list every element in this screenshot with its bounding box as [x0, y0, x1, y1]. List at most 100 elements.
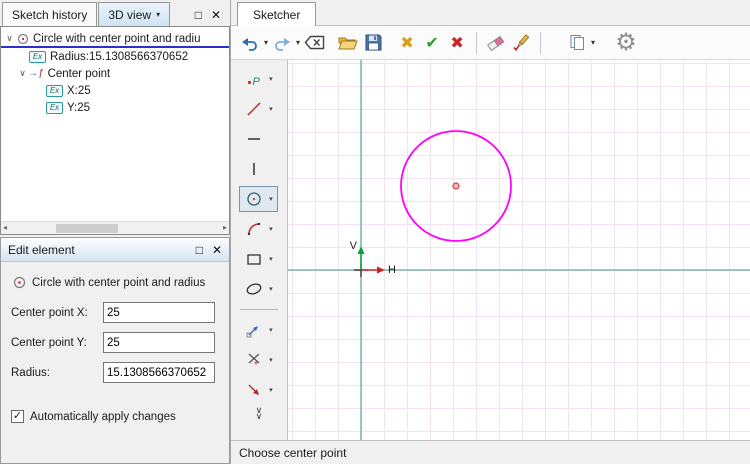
redo-button[interactable]	[271, 30, 293, 56]
tree-item-label: X:25	[67, 84, 91, 97]
tree-item-center-point[interactable]: ∨ →ƒ Center point	[1, 65, 229, 82]
chevron-down-icon[interactable]: ▾	[264, 38, 268, 47]
open-file-button[interactable]	[337, 30, 359, 56]
horizontal-line-tool-button[interactable]	[242, 128, 266, 150]
center-y-label: Center point Y:	[11, 337, 87, 349]
scroll-left-icon[interactable]: ◂	[3, 223, 7, 232]
auto-apply-row: ✓ Automatically apply changes	[11, 410, 176, 423]
undo-button[interactable]	[239, 30, 261, 56]
settings-button[interactable]: ⚙	[615, 30, 637, 56]
tab-3d-view-label: 3D view	[108, 7, 152, 22]
vertical-line-tool-button[interactable]	[242, 158, 266, 180]
field-row-center-x: Center point X:	[11, 302, 219, 324]
floppy-save-icon	[365, 34, 382, 51]
apply-button[interactable]: ✔	[421, 30, 443, 56]
svg-text:*: *	[254, 360, 258, 369]
tab-3d-view[interactable]: 3D view ▾	[98, 2, 171, 26]
arc-tool-icon	[248, 222, 261, 236]
trim-tool-icon: *	[249, 353, 260, 369]
expression-icon: Ex	[29, 50, 46, 63]
pencil-edit-icon	[512, 34, 529, 51]
circle-tool-button[interactable]	[242, 188, 266, 210]
maximize-button[interactable]: □	[195, 8, 202, 22]
point-tool-button[interactable]: P	[242, 68, 266, 90]
chevron-down-icon[interactable]: ▾	[266, 225, 275, 233]
cancel-cross-icon: ✖	[450, 34, 464, 52]
offset-tool-button[interactable]	[242, 379, 266, 401]
scrollbar-thumb[interactable]	[56, 224, 118, 233]
sketch-canvas[interactable]: V H	[287, 60, 750, 440]
rectangle-tool-icon	[247, 254, 262, 265]
sketch-history-panel: Sketch history 3D view ▾ □ ✕ ∨ Circle wi…	[0, 0, 230, 235]
chevron-down-icon[interactable]: ▾	[266, 386, 275, 394]
scroll-right-icon[interactable]: ▸	[223, 223, 227, 232]
delete-button[interactable]: ✖	[396, 30, 418, 56]
ellipse-tool-button[interactable]	[242, 278, 266, 300]
circle-center-point[interactable]	[452, 182, 460, 190]
tab-sketch-history[interactable]: Sketch history	[2, 2, 98, 26]
v-axis-label: V	[350, 240, 358, 252]
toolbar-separator	[239, 309, 278, 310]
offset-tool-icon	[248, 384, 260, 395]
cad-application-window: Sketch history 3D view ▾ □ ✕ ∨ Circle wi…	[0, 0, 750, 464]
auto-apply-checkbox[interactable]: ✓	[11, 410, 24, 423]
rectangle-tool-button[interactable]	[242, 248, 266, 270]
pages-button[interactable]	[566, 30, 588, 56]
expression-icon: Ex	[46, 101, 63, 114]
edit-element-titlebar: Edit element □ ✕	[1, 238, 229, 262]
chevron-down-icon[interactable]: ▾	[266, 75, 275, 83]
field-row-radius: Radius:	[11, 362, 219, 384]
tree-item-circle[interactable]: ∨ Circle with center point and radiu	[1, 31, 229, 48]
status-bar: Choose center point	[231, 440, 750, 464]
edit-element-panel: Edit element □ ✕ Circle with center poin…	[0, 237, 230, 464]
radius-label: Radius:	[11, 367, 50, 379]
cancel-button[interactable]: ✖	[446, 30, 468, 56]
center-y-input[interactable]	[103, 332, 215, 353]
expander-icon[interactable]: ∨	[17, 68, 28, 79]
transform-tool-button[interactable]	[242, 319, 266, 341]
edit-style-button[interactable]	[510, 30, 532, 56]
sketch-history-tree: ∨ Circle with center point and radiu Ex …	[0, 26, 230, 235]
radius-input[interactable]	[103, 362, 215, 383]
chevron-down-icon[interactable]: ▾	[266, 356, 275, 364]
backspace-icon	[304, 35, 324, 50]
eraser-icon	[486, 35, 504, 51]
edit-element-title: Edit element	[8, 242, 75, 257]
sketcher-toolbar: ▾ ▾ ✖ ✔ ✖ ▾ ⚙	[231, 26, 750, 60]
tree-item-x[interactable]: Ex X:25	[1, 82, 229, 99]
tree-item-radius[interactable]: Ex Radius:15.1308566370652	[1, 48, 229, 65]
chevron-down-icon[interactable]: ▾	[266, 255, 275, 263]
sketcher-tab-bar: Sketcher	[231, 0, 750, 26]
close-button[interactable]: ✕	[212, 243, 222, 257]
save-button[interactable]	[362, 30, 384, 56]
arc-tool-button[interactable]	[242, 218, 266, 240]
drawing-tools-toolbar: P ▾ ▾ ▾ ▾ ▾ ▾ ▾ * ▾ ▾ ∨ ∨	[231, 60, 288, 440]
h-axis-label: H	[388, 264, 396, 276]
line-tool-button[interactable]	[242, 98, 266, 120]
horizontal-scrollbar[interactable]: ◂ ▸	[1, 221, 229, 234]
v-axis-arrowhead	[357, 246, 365, 254]
circle-tool-icon	[247, 192, 262, 206]
chevron-down-icon[interactable]: ▾	[591, 38, 595, 47]
expander-icon[interactable]: ∨	[4, 33, 15, 44]
trim-tool-button[interactable]: *	[242, 349, 266, 371]
svg-text:P: P	[253, 76, 261, 88]
eraser-button[interactable]	[485, 30, 507, 56]
maximize-button[interactable]: □	[196, 243, 203, 257]
tree-item-y[interactable]: Ex Y:25	[1, 99, 229, 116]
chevron-down-icon[interactable]: ▾	[266, 195, 275, 203]
field-row-center-y: Center point Y:	[11, 332, 219, 354]
folder-open-icon	[338, 37, 358, 49]
transform-tool-icon	[246, 326, 259, 338]
center-x-input[interactable]	[103, 302, 215, 323]
h-axis-arrowhead	[376, 266, 385, 274]
point-tool-icon: P	[248, 76, 261, 88]
more-tools-button[interactable]: ∨ ∨	[256, 406, 263, 421]
backspace-button[interactable]	[303, 30, 325, 56]
chevron-down-icon[interactable]: ▾	[296, 38, 300, 47]
tab-sketcher[interactable]: Sketcher	[237, 2, 317, 26]
close-button[interactable]: ✕	[211, 8, 221, 22]
chevron-down-icon[interactable]: ▾	[266, 285, 275, 293]
chevron-down-icon[interactable]: ▾	[266, 326, 275, 334]
chevron-down-icon[interactable]: ▾	[266, 105, 275, 113]
